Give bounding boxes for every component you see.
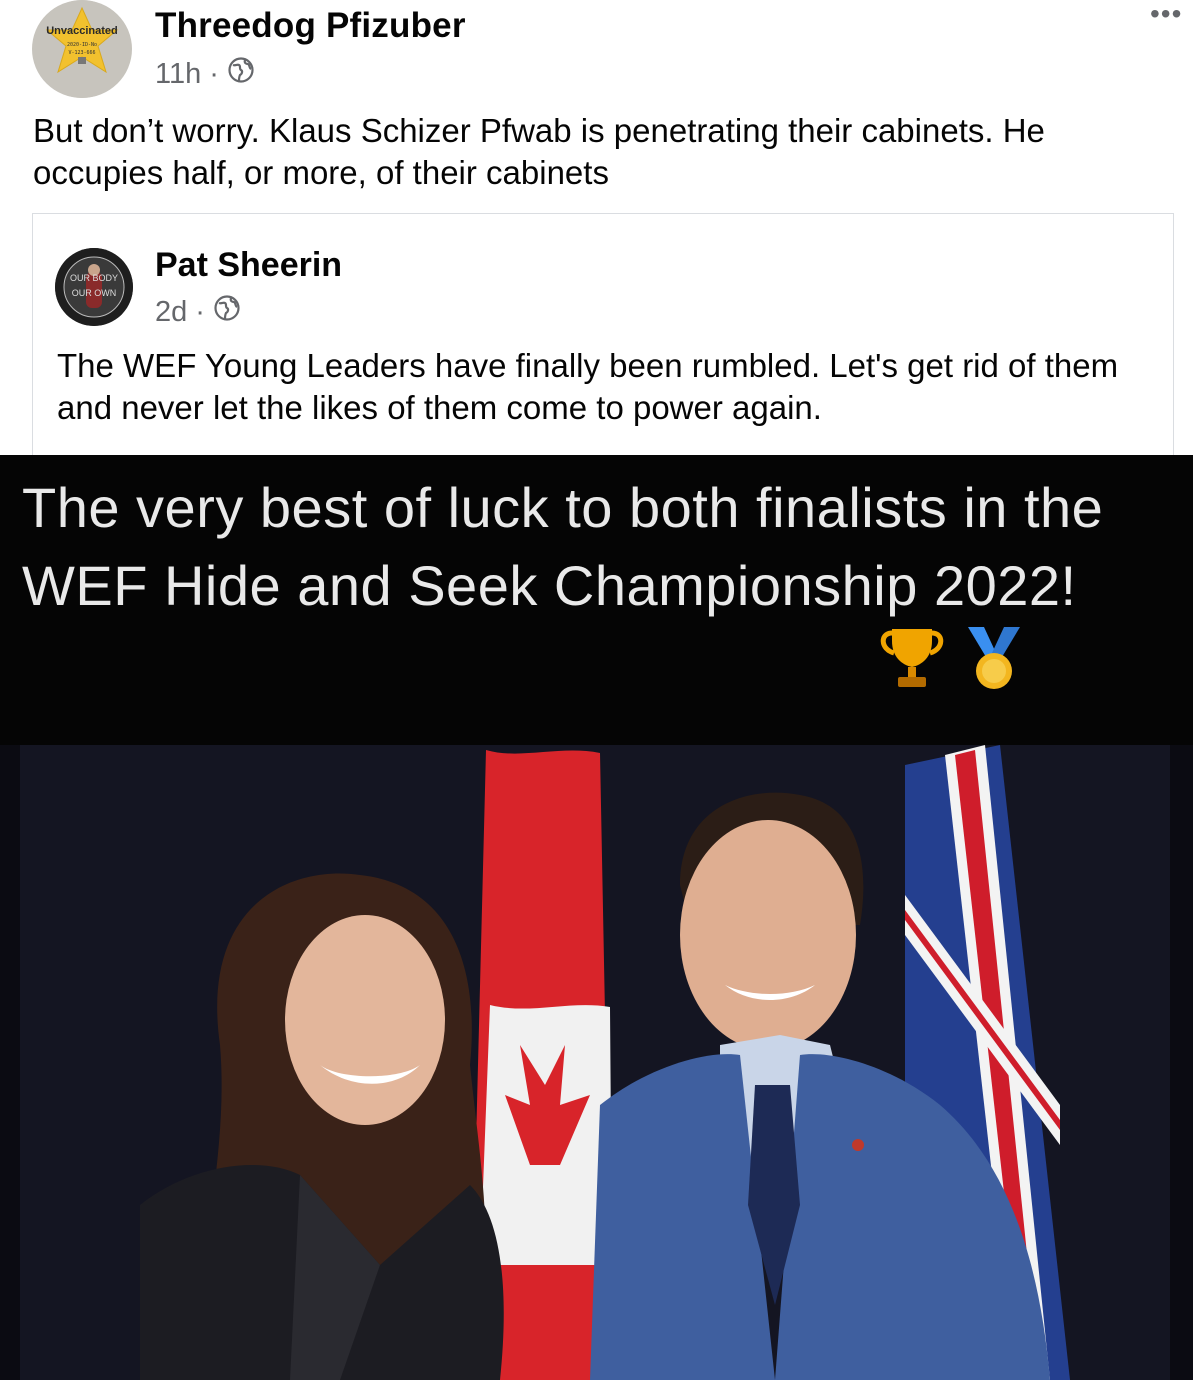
more-options-button[interactable]: ••• [1150,0,1182,28]
avatar2-text-2: OUR OWN [72,288,117,298]
post-author-name[interactable]: Threedog Pfizuber [155,6,466,46]
shared-author-avatar[interactable]: OUR BODY OUR OWN [55,248,133,326]
shared-author-name[interactable]: Pat Sheerin [155,246,342,285]
post-meta: 11h · [155,56,255,92]
meta-separator: · [209,57,219,90]
shared-post-time[interactable]: 2d [155,296,187,329]
globe-icon [227,56,255,92]
badge-text-2: 2020-ID-No [67,42,97,48]
shared-post-card[interactable]: OUR BODY OUR OWN Pat Sheerin 2d · The WE… [32,213,1174,456]
shared-post-meta: 2d · [155,294,241,330]
post-time[interactable]: 11h [155,58,201,91]
badge-text-3: V-123-666 [68,50,95,56]
meta-separator: · [195,295,205,328]
meme-image[interactable]: The very best of luck to both finalists … [0,455,1193,1380]
meme-caption: The very best of luck to both finalists … [22,476,1104,617]
shared-post-text: The WEF Young Leaders have finally been … [57,347,1119,426]
badge-text-1: Unvaccinated [46,25,118,37]
meme-photo [0,745,1193,1380]
author-avatar[interactable]: Unvaccinated 2020-ID-No V-123-666 [32,0,132,98]
trophy-icon [880,629,944,687]
meme-emoji [878,623,1028,700]
medal-icon [968,627,1020,689]
globe-icon [213,294,241,330]
avatar2-text-1: OUR BODY [70,273,118,283]
post-body-text: But don’t worry. Klaus Schizer Pfwab is … [33,112,1045,191]
